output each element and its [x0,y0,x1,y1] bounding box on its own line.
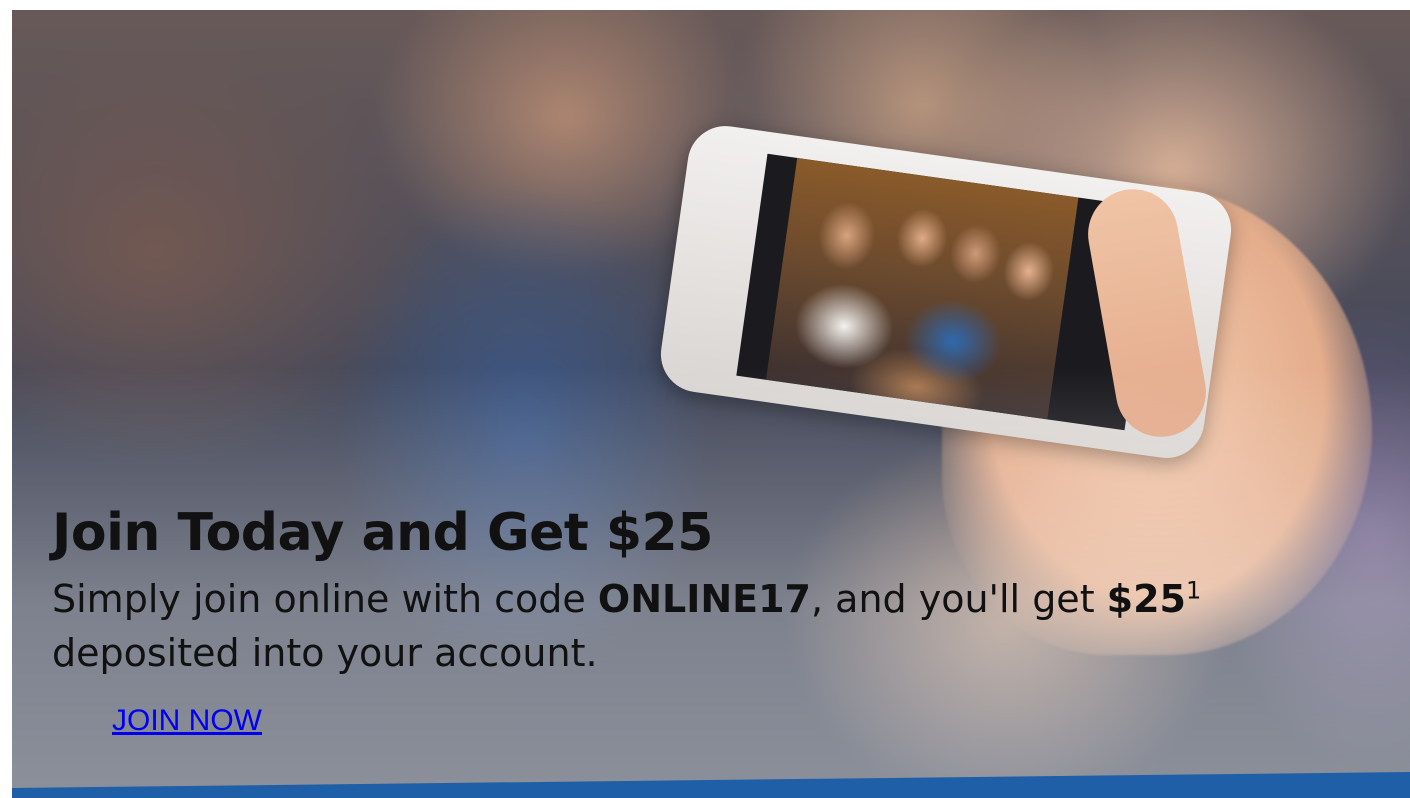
blue-strip-shape [12,772,1410,798]
join-now-link[interactable]: JOIN NOW [112,704,262,738]
blue-strip [12,772,1410,798]
footnote-marker: 1 [1186,576,1202,605]
promo-banner: Join Today and Get $25 Simply join onlin… [12,10,1410,798]
promo-text-prefix: Simply join online with code [52,577,598,621]
promo-description: Simply join online with code ONLINE17, a… [52,572,1352,680]
promo-amount: $25 [1106,577,1186,621]
promo-text-middle: , and you'll get [811,577,1107,621]
promo-content: Join Today and Get $25 Simply join onlin… [52,500,1372,738]
promo-headline: Join Today and Get $25 [52,503,713,563]
promo-text-suffix: deposited into your account. [52,631,598,675]
promo-code: ONLINE17 [597,577,811,621]
